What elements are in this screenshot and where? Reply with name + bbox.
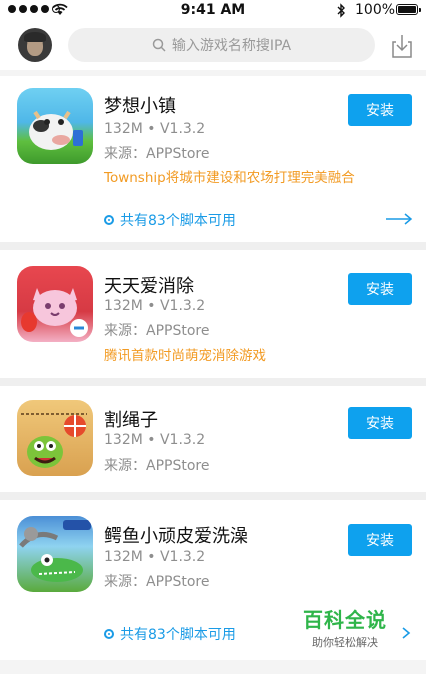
header: 输入游戏名称搜IPA xyxy=(0,22,426,70)
app-icon-township xyxy=(17,88,93,164)
divider xyxy=(0,492,426,500)
app-name: 割绳子 xyxy=(104,410,158,431)
app-icon-cut-the-rope xyxy=(17,400,93,476)
battery-icon xyxy=(396,4,421,15)
search-input[interactable]: 输入游戏名称搜IPA xyxy=(68,28,375,62)
app-meta: 132M • V1.3.2 xyxy=(104,432,206,448)
battery-percentage: 100% xyxy=(355,2,396,18)
app-meta: 132M • V1.3.2 xyxy=(104,298,206,314)
radio-dot-icon xyxy=(104,629,114,639)
app-card[interactable]: 天天爱消除 132M • V1.3.2 来源：APPStore 腾讯首款时尚萌宠… xyxy=(0,250,426,378)
app-source: 来源：APPStore xyxy=(104,146,210,162)
app-card[interactable]: 割绳子 132M • V1.3.2 来源：APPStore 安装 xyxy=(0,386,426,492)
scripts-label: 共有83个脚本可用 xyxy=(120,627,236,643)
cow-icon xyxy=(29,110,83,150)
install-button[interactable]: 安装 xyxy=(348,273,412,305)
avatar[interactable] xyxy=(18,28,52,62)
app-name: 天天爱消除 xyxy=(104,276,194,297)
watermark: 百科全说 助你轻松解决 xyxy=(300,604,390,650)
watermark-title: 百科全说 xyxy=(303,608,387,632)
app-name: 鳄鱼小顽皮爱洗澡 xyxy=(104,526,248,547)
install-button[interactable]: 安装 xyxy=(348,94,412,126)
search-placeholder: 输入游戏名称搜IPA xyxy=(171,38,292,54)
scripts-available[interactable]: 共有83个脚本可用 xyxy=(104,210,236,230)
search-icon xyxy=(152,38,166,52)
divider xyxy=(0,378,426,386)
install-button[interactable]: 安装 xyxy=(348,524,412,556)
app-source: 来源：APPStore xyxy=(104,574,210,590)
app-card[interactable]: 梦想小镇 132M • V1.3.2 来源：APPStore Township将… xyxy=(0,76,426,242)
scripts-available[interactable]: 共有83个脚本可用 xyxy=(104,624,236,644)
app-source: 来源：APPStore xyxy=(104,323,210,339)
arrow-right-icon[interactable] xyxy=(385,213,413,225)
om-nom-icon xyxy=(21,413,87,468)
app-description: Township将城市建设和农场打理完美融合 xyxy=(104,170,355,186)
app-icon-wheres-my-water xyxy=(17,516,93,592)
bluetooth-icon xyxy=(337,3,345,18)
app-meta: 132M • V1.3.2 xyxy=(104,549,206,565)
download-icon[interactable] xyxy=(391,34,413,58)
arrow-right-icon[interactable] xyxy=(400,627,412,639)
cat-icon xyxy=(21,288,88,337)
watermark-subtitle: 助你轻松解决 xyxy=(312,636,378,649)
app-name: 梦想小镇 xyxy=(104,96,176,117)
crocodile-icon xyxy=(19,520,91,582)
scripts-label: 共有83个脚本可用 xyxy=(120,213,236,229)
radio-dot-icon xyxy=(104,215,114,225)
app-meta: 132M • V1.3.2 xyxy=(104,121,206,137)
divider xyxy=(0,660,426,674)
app-description: 腾讯首款时尚萌宠消除游戏 xyxy=(104,348,266,364)
install-button[interactable]: 安装 xyxy=(348,407,412,439)
status-bar: 9:41 AM 100% xyxy=(0,0,426,22)
app-icon-tiantian xyxy=(17,266,93,342)
app-source: 来源：APPStore xyxy=(104,458,210,474)
divider xyxy=(0,242,426,250)
